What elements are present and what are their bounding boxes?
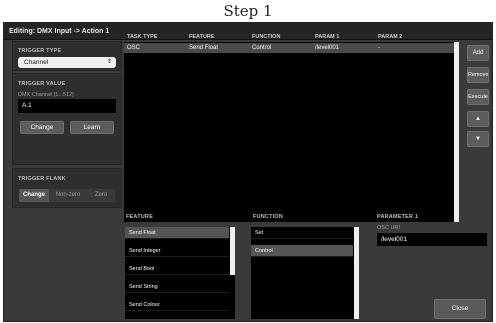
add-button[interactable]: Add <box>467 45 489 61</box>
chevron-down-icon: ▼ <box>475 136 481 142</box>
trigger-type-value: Channel <box>24 59 49 66</box>
cell-feature: Send Float <box>189 45 219 51</box>
table-row[interactable]: OSC Send Float Control /level001 - <box>124 43 454 53</box>
chevron-up-icon: ▲ <box>475 116 481 122</box>
learn-button[interactable]: Learn <box>70 121 114 134</box>
flank-zero-option[interactable]: Zero <box>87 189 115 202</box>
list-item[interactable]: Send Bool <box>125 263 229 275</box>
list-item[interactable]: Send Float <box>125 227 229 239</box>
cell-task-type: OSC <box>127 45 141 51</box>
feature-scrollbar[interactable] <box>230 227 235 275</box>
trigger-type-panel: TRIGGER TYPE Channel ⇕ <box>12 41 122 71</box>
flank-change-option[interactable]: Change <box>19 189 49 202</box>
trigger-value-label: TRIGGER VALUE <box>18 81 66 87</box>
actions-table[interactable]: OSC Send Float Control /level001 - <box>124 42 459 222</box>
step-caption: Step 1 <box>0 0 496 22</box>
move-up-button[interactable]: ▲ <box>467 111 489 127</box>
change-button[interactable]: Change <box>20 121 64 134</box>
feature-label: FEATURE <box>126 214 153 220</box>
col-param2: PARAM 2 <box>378 34 403 40</box>
trigger-type-label: TRIGGER TYPE <box>18 48 62 54</box>
col-param1: PARAM 1 <box>315 34 340 40</box>
parameter-label: PARAMETER 1 <box>377 214 419 220</box>
chevron-updown-icon: ⇕ <box>106 59 112 65</box>
trigger-value-field[interactable]: A.1 <box>18 99 116 113</box>
function-list[interactable]: Set Control <box>251 227 359 319</box>
list-item[interactable]: Send Integer <box>125 245 229 257</box>
cell-param2: - <box>378 45 380 51</box>
function-scrollbar[interactable] <box>354 227 359 319</box>
flank-nonzero-option[interactable]: Non-zero <box>49 189 87 202</box>
dmx-channel-label: DMX Channel [1...512] <box>18 92 74 98</box>
osc-uri-label: OSC URI <box>377 225 400 231</box>
cell-param1: /level001 <box>315 45 340 51</box>
list-item[interactable]: Set <box>251 227 353 239</box>
list-item[interactable]: Send String <box>125 281 229 293</box>
col-function: FUNCTION <box>252 34 281 40</box>
trigger-value-panel: TRIGGER VALUE DMX Channel [1...512] A.1 … <box>12 73 122 165</box>
close-button[interactable]: Close <box>434 299 486 319</box>
function-label: FUNCTION <box>253 214 284 220</box>
editor-window: Editing: DMX Input -> Action 1 TRIGGER T… <box>3 22 493 322</box>
osc-uri-field[interactable]: /level001 <box>377 233 487 246</box>
move-down-button[interactable]: ▼ <box>467 131 489 147</box>
trigger-flank-panel: TRIGGER FLANK Change Non-zero Zero <box>12 168 122 208</box>
feature-list[interactable]: Send Float Send Integer Send Bool Send S… <box>125 227 235 319</box>
execute-button[interactable]: Execute <box>467 89 489 105</box>
trigger-flank-label: TRIGGER FLANK <box>18 176 66 182</box>
trigger-type-select[interactable]: Channel ⇕ <box>18 57 116 68</box>
table-scrollbar[interactable] <box>454 42 459 222</box>
actions-table-header: TASK TYPE FEATURE FUNCTION PARAM 1 PARAM… <box>124 33 459 42</box>
col-feature: FEATURE <box>189 34 215 40</box>
cell-function: Control <box>252 45 272 51</box>
remove-button[interactable]: Remove <box>467 67 489 83</box>
list-item[interactable]: Send Colour <box>125 299 229 311</box>
list-item[interactable]: Control <box>251 245 353 257</box>
col-task-type: TASK TYPE <box>127 34 158 40</box>
